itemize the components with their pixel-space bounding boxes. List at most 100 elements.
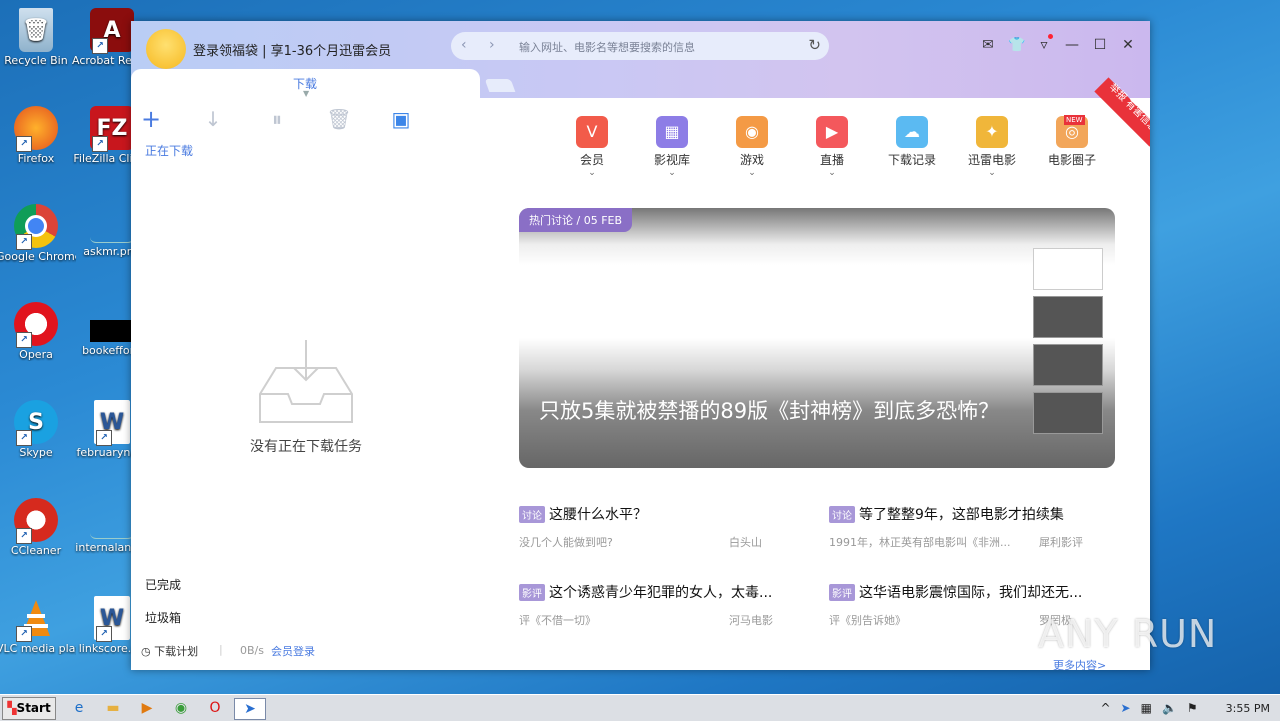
desktop-icon-recycle-bin[interactable]: 🗑 Recycle Bin [0, 8, 76, 67]
featured-banner[interactable]: 热门讨论 / 05 FEB 只放5集就被禁播的89版《封神榜》到底多恐怖？ [519, 208, 1115, 468]
banner-thumb[interactable] [1033, 344, 1103, 386]
minimize-icon[interactable]: — [1064, 37, 1080, 53]
desktop-icon-firefox[interactable]: ↗ Firefox [0, 106, 76, 165]
desktop-icon-label: Firefox [17, 152, 55, 165]
word-doc-icon: W ↗ [94, 400, 130, 446]
close-icon[interactable]: ✕ [1120, 37, 1136, 53]
explorer-icon[interactable]: ▬ [102, 698, 124, 718]
pause-icon[interactable]: ⏸ [263, 105, 291, 133]
desktop-icon-chrome[interactable]: ↗ Google Chrome [0, 204, 76, 263]
desktop-icon-skype[interactable]: S ↗ Skype [0, 400, 76, 459]
news-item[interactable]: 讨论 等了整整9年，这部电影才拍续集 1991年，林正英有部电影叫《非洲... 犀利… [829, 504, 1119, 549]
news-source: 犀利影评 [1039, 536, 1083, 549]
category-live[interactable]: ▶ 直播 ⌄ [797, 116, 867, 178]
more-content-link[interactable]: 更多内容> [1053, 657, 1106, 670]
tab-download[interactable]: 下载 ▼ [131, 69, 480, 98]
category-label: 直播 [819, 153, 844, 167]
bird-icon: ✦ [976, 116, 1008, 148]
flag-icon[interactable]: ⚑ [1187, 701, 1198, 715]
news-subtitle: 评《不借一切》 [519, 614, 596, 627]
start-button[interactable]: ▚Start [2, 697, 56, 720]
sidebar-item-completed[interactable]: 已完成 [145, 576, 181, 593]
login-promo-link[interactable]: 登录领福袋 | 享1-36个月迅雷会员 [193, 40, 391, 59]
category-vip[interactable]: V 会员 ⌄ [557, 116, 627, 178]
banner-headline[interactable]: 只放5集就被禁播的89版《封神榜》到底多恐怖？ [539, 398, 1009, 425]
download-plan-button[interactable]: ◷ 下载计划 [141, 643, 198, 659]
news-title: 这腰什么水平？ [549, 507, 647, 523]
news-item[interactable]: 讨论 这腰什么水平？ 没几个人能做到吧? 白头山 [519, 504, 809, 549]
forward-icon[interactable]: › [489, 37, 495, 53]
category-movies[interactable]: ▦ 影视库 ⌄ [637, 116, 707, 178]
empty-state: 没有正在下载任务 [241, 338, 371, 456]
windows-logo-icon: ▚ [7, 701, 17, 715]
news-title: 等了整整9年，这部电影才拍续集 [859, 507, 1064, 523]
title-bar: 登录领福袋 | 享1-36个月迅雷会员 ‹ › ↻ ✉ 👕 ▿ — ☐ ✕ 下载… [131, 21, 1150, 98]
opera-taskbar-icon[interactable]: O [204, 698, 226, 718]
tab-browser[interactable] [484, 79, 516, 92]
desktop-icon-vlc[interactable]: ↗ VLC media player [0, 596, 76, 655]
download-plan-label: 下载计划 [154, 645, 199, 658]
system-tray: ^ ➤ ▦ 🔈 ⚑ 3:55 PM [1100, 695, 1280, 721]
news-item[interactable]: 影评 这个诱惑青少年犯罪的女人，太毒... 评《不借一切》 河马电影 [519, 582, 809, 627]
search-input[interactable] [517, 36, 801, 58]
back-icon[interactable]: ‹ [461, 37, 467, 53]
clock[interactable]: 3:55 PM [1226, 702, 1270, 715]
maximize-icon[interactable]: ☐ [1092, 37, 1108, 53]
category-thunder-movie[interactable]: ✦ 迅雷电影 ⌄ [957, 116, 1027, 178]
news-badge: 讨论 [829, 505, 855, 523]
filezilla-icon: FZ ↗ [90, 106, 134, 152]
banner-thumb[interactable] [1033, 296, 1103, 338]
home-content: V 会员 ⌄ ▦ 影视库 ⌄ ◉ 游戏 ⌄ ▶ 直播 ⌄ ☁ 下载记录 ✦ 迅雷… [481, 77, 1150, 670]
desktop-icon-opera[interactable]: ↗ Opera [0, 302, 76, 361]
category-download-history[interactable]: ☁ 下载记录 [877, 116, 947, 168]
phone-icon[interactable]: ▣ [387, 105, 415, 133]
empty-text: 没有正在下载任务 [250, 439, 362, 455]
mail-icon[interactable]: ✉ [980, 37, 996, 53]
chevron-down-icon: ⌄ [748, 168, 756, 178]
category-games[interactable]: ◉ 游戏 ⌄ [717, 116, 787, 178]
media-player-icon[interactable]: ▶ [136, 698, 158, 718]
desktop-icon-label: Skype [19, 446, 53, 459]
ie-icon[interactable]: e [68, 698, 90, 718]
refresh-icon[interactable]: ↻ [808, 36, 821, 54]
news-source: 河马电影 [729, 614, 773, 627]
file-icon [90, 516, 134, 539]
more-icon[interactable]: ••• [451, 665, 479, 670]
vip-login-link[interactable]: 会员登录 [271, 643, 315, 659]
chevron-down-icon: ▼ [303, 89, 310, 98]
sidebar-item-downloading[interactable]: 正在下载 [145, 142, 193, 159]
cloud-icon: ☁ [896, 116, 928, 148]
skin-icon[interactable]: 👕 [1008, 37, 1025, 53]
menu-icon[interactable]: ▿ [1036, 34, 1053, 53]
empty-tray-icon [259, 340, 353, 423]
thunder-taskbar-icon[interactable]: ➤ [234, 698, 266, 720]
sidebar-item-trash[interactable]: 垃圾箱 [145, 609, 181, 626]
thunder-window: 登录领福袋 | 享1-36个月迅雷会员 ‹ › ↻ ✉ 👕 ▿ — ☐ ✕ 下载… [131, 21, 1150, 670]
delete-icon[interactable]: 🗑 [325, 105, 353, 133]
add-task-icon[interactable]: + [137, 105, 165, 133]
recycle-bin-icon: 🗑 [19, 8, 53, 52]
banner-tag: 热门讨论 / 05 FEB [519, 208, 633, 232]
chrome-icon: ↗ [14, 204, 58, 250]
speed-readout: 0B/s [240, 644, 264, 657]
thunder-tray-icon[interactable]: ➤ [1121, 701, 1131, 715]
desktop-icon-label: Opera [19, 348, 53, 361]
chrome-taskbar-icon[interactable]: ◉ [170, 698, 192, 718]
desktop-icon-label: VLC media player [0, 642, 76, 655]
news-subtitle: 1991年，林正英有部电影叫《非洲... [829, 536, 1011, 549]
desktop-icon-label: Recycle Bin [4, 54, 68, 67]
category-label: 电影圈子 [1047, 153, 1096, 167]
avatar[interactable] [146, 29, 186, 69]
tray-expand-icon[interactable]: ^ [1100, 701, 1110, 715]
network-icon[interactable]: ▦ [1141, 701, 1152, 715]
banner-thumb[interactable] [1033, 248, 1103, 290]
vlc-icon: ↗ [14, 596, 58, 642]
download-arrow-icon[interactable]: ↓ [199, 105, 227, 133]
news-subtitle: 评《别告诉她》 [829, 614, 906, 627]
desktop-icon-ccleaner[interactable]: ↗ CCleaner [0, 498, 76, 557]
volume-icon[interactable]: 🔈 [1162, 701, 1177, 715]
category-label: 迅雷电影 [967, 153, 1016, 167]
chevron-down-icon: ⌄ [828, 168, 836, 178]
banner-thumb[interactable] [1033, 392, 1103, 434]
tv-icon: ▶ [816, 116, 848, 148]
